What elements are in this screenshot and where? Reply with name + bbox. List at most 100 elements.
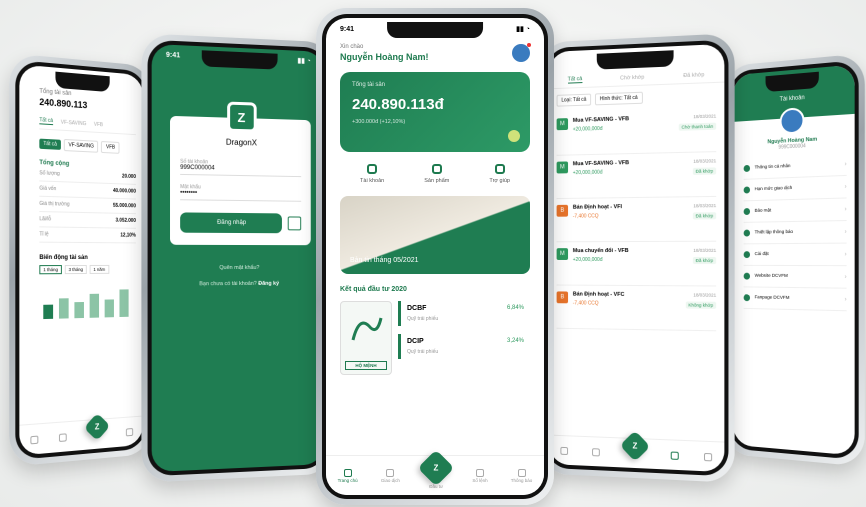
dragon-icon xyxy=(341,308,391,348)
order-info: Mua VF-SAVING - VFB +20,000,000đ xyxy=(573,115,674,149)
order-amount: +20,000,000đ xyxy=(573,257,688,263)
nav-trade[interactable] xyxy=(592,448,600,456)
range-1m[interactable]: 1 tháng xyxy=(39,265,62,274)
fund-pct: 3,24% xyxy=(507,338,524,344)
fund-sub: Quỹ trái phiếu xyxy=(407,316,438,322)
order-status: Không khớp xyxy=(685,301,716,308)
nav-invest[interactable]: Z Đầu tư xyxy=(423,463,449,489)
menu-label: Thiết lập thông báo xyxy=(755,229,840,235)
menu-item[interactable]: Bảo mật › xyxy=(744,198,847,222)
asset-label: Tổng tài sản xyxy=(352,82,518,88)
nav-trade[interactable]: Giao dịch xyxy=(381,469,400,483)
range-1y[interactable]: 1 năm xyxy=(90,265,109,274)
order-type-badge: B xyxy=(557,291,568,303)
tab-vfb[interactable]: VFB xyxy=(94,121,103,128)
action-label: Trợ giúp xyxy=(489,178,510,184)
order-info: Bán Định hoạt - VFC -7,400 CCQ xyxy=(573,292,680,324)
password-input[interactable]: •••••••• xyxy=(180,190,301,198)
portfolio-row: Tỉ lệ 12,10% xyxy=(39,227,136,243)
order-title: Bán Định hoạt - VFC xyxy=(573,292,680,299)
order-row[interactable]: B Bán Định hoạt - VFI -7,400 CCQ 18/03/2021… xyxy=(557,197,717,242)
nav-trade[interactable] xyxy=(59,433,67,442)
filter-type[interactable]: Loại: Tất cả xyxy=(557,94,592,107)
nav-orders[interactable]: Sổ lệnh xyxy=(472,469,487,483)
greeting: Xin chào xyxy=(340,44,429,50)
news-banner[interactable]: Bản tin tháng 05/2021 xyxy=(340,196,530,274)
order-amount: -7,400 CCQ xyxy=(573,212,688,219)
avatar[interactable] xyxy=(512,44,530,62)
nav-invest[interactable]: Z xyxy=(624,442,646,465)
menu-icon xyxy=(744,230,750,237)
faceid-icon[interactable] xyxy=(288,216,301,230)
range-3m[interactable]: 3 tháng xyxy=(65,265,87,274)
nav-orders[interactable] xyxy=(126,427,133,435)
action-label: Tài khoản xyxy=(360,178,384,184)
quick-actions: Tài khoản Sản phẩm Trợ giúp xyxy=(340,164,530,184)
register-link[interactable]: Đăng ký xyxy=(258,281,279,287)
chip-vf-saving[interactable]: VF-SAVING xyxy=(64,139,99,153)
nav-notifications[interactable] xyxy=(704,452,712,460)
fund-item[interactable]: DCBF Quỹ trái phiếu 6,84% xyxy=(398,301,530,326)
action-user[interactable]: Tài khoản xyxy=(360,164,384,184)
menu-item[interactable]: Thiết lập thông báo › xyxy=(744,221,847,244)
chip-all[interactable]: Tất cả xyxy=(39,139,60,150)
asset-change: +300.000đ (+12,10%) xyxy=(352,119,518,125)
nav-invest[interactable]: Z xyxy=(88,424,107,445)
tab-all[interactable]: Tất cả xyxy=(568,76,583,83)
menu-item[interactable]: Website DCVFM › xyxy=(744,266,847,289)
order-meta: 18/03/2021 Không khớp xyxy=(685,292,716,324)
menu-item[interactable]: Fanpage DCVFM › xyxy=(744,287,847,311)
order-amount: -7,400 CCQ xyxy=(573,300,680,307)
order-row[interactable]: B Bán Định hoạt - VFC -7,400 CCQ 18/03/2021… xyxy=(557,286,717,332)
order-status: Chờ thanh toán xyxy=(679,123,717,131)
avatar[interactable] xyxy=(780,107,805,135)
order-date: 18/03/2021 xyxy=(693,158,717,164)
order-status: Đã khớp xyxy=(693,167,717,175)
nav-orders[interactable] xyxy=(671,451,679,459)
chevron-right-icon: › xyxy=(845,274,847,280)
row-key: Lãi/lỗ xyxy=(39,216,51,222)
portfolio-rows: Số lượng 20.000 Giá vốn 40.000.000 Giá thị t… xyxy=(39,166,136,243)
fund-item[interactable]: DCIP Quỹ trái phiếu 3,24% xyxy=(398,334,530,359)
forgot-password-link[interactable]: Quên mật khẩu? xyxy=(152,265,324,271)
order-row[interactable]: M Mua VF-SAVING - VFB +20,000,000đ 18/03/20… xyxy=(557,152,717,199)
menu-item[interactable]: Hạn mức giao dịch › xyxy=(744,176,847,201)
register-prefix: Bạn chưa có tài khoản? xyxy=(199,281,257,287)
chip-vfb[interactable]: VFB xyxy=(101,141,119,154)
order-row[interactable]: M Mua chuyển đổi - VFB +20,000,000đ 18/03/2… xyxy=(557,242,717,287)
order-meta: 18/03/2021 Đã khớp xyxy=(693,248,717,280)
nav-home[interactable] xyxy=(561,446,569,454)
nav-notifications[interactable]: Thông báo xyxy=(511,469,533,483)
asset-card[interactable]: Tổng tài sản 240.890.113đ +300.000đ (+12… xyxy=(340,72,530,152)
filter-method[interactable]: Hình thức: Tất cả xyxy=(595,92,642,106)
menu-icon xyxy=(744,165,750,172)
tab-matched[interactable]: Đã khớp xyxy=(683,72,704,79)
menu-label: Website DCVFM xyxy=(755,274,840,280)
order-title: Mua chuyển đổi - VFB xyxy=(573,248,688,254)
order-date: 18/03/2021 xyxy=(693,203,717,208)
tab-all[interactable]: Tất cả xyxy=(39,117,53,125)
order-info: Mua chuyển đổi - VFB +20,000,000đ xyxy=(573,248,688,279)
nav-home[interactable]: Trang chủ xyxy=(338,469,358,483)
action-document[interactable]: Sản phẩm xyxy=(424,164,449,184)
nav-home[interactable] xyxy=(30,435,38,444)
tab-vf-saving[interactable]: VF-SAVING xyxy=(61,119,86,127)
menu-item[interactable]: Cài đặt › xyxy=(744,244,847,267)
fund-pct: 6,84% xyxy=(507,305,524,311)
order-type-badge: M xyxy=(557,248,568,260)
row-value: 12,10% xyxy=(120,232,135,238)
account-input[interactable]: 999C000004 xyxy=(180,165,301,173)
chevron-right-icon: › xyxy=(845,184,847,190)
tab-pending[interactable]: Chờ khớp xyxy=(620,74,644,81)
order-meta: 18/03/2021 Đã khớp xyxy=(693,203,717,235)
row-key: Tỉ lệ xyxy=(39,231,48,237)
order-row[interactable]: M Mua VF-SAVING - VFB +20,000,000đ 18/03/20… xyxy=(557,107,717,155)
action-label: Sản phẩm xyxy=(424,178,449,184)
action-headset[interactable]: Trợ giúp xyxy=(489,164,510,184)
row-key: Giá vốn xyxy=(39,186,56,193)
fund-info: DCBF Quỹ trái phiếu xyxy=(407,305,438,322)
row-value: 3.052.000 xyxy=(116,218,136,224)
chevron-right-icon: › xyxy=(845,161,847,167)
fund-info: DCIP Quỹ trái phiếu xyxy=(407,338,438,355)
login-button[interactable]: Đăng nhập xyxy=(180,212,282,233)
